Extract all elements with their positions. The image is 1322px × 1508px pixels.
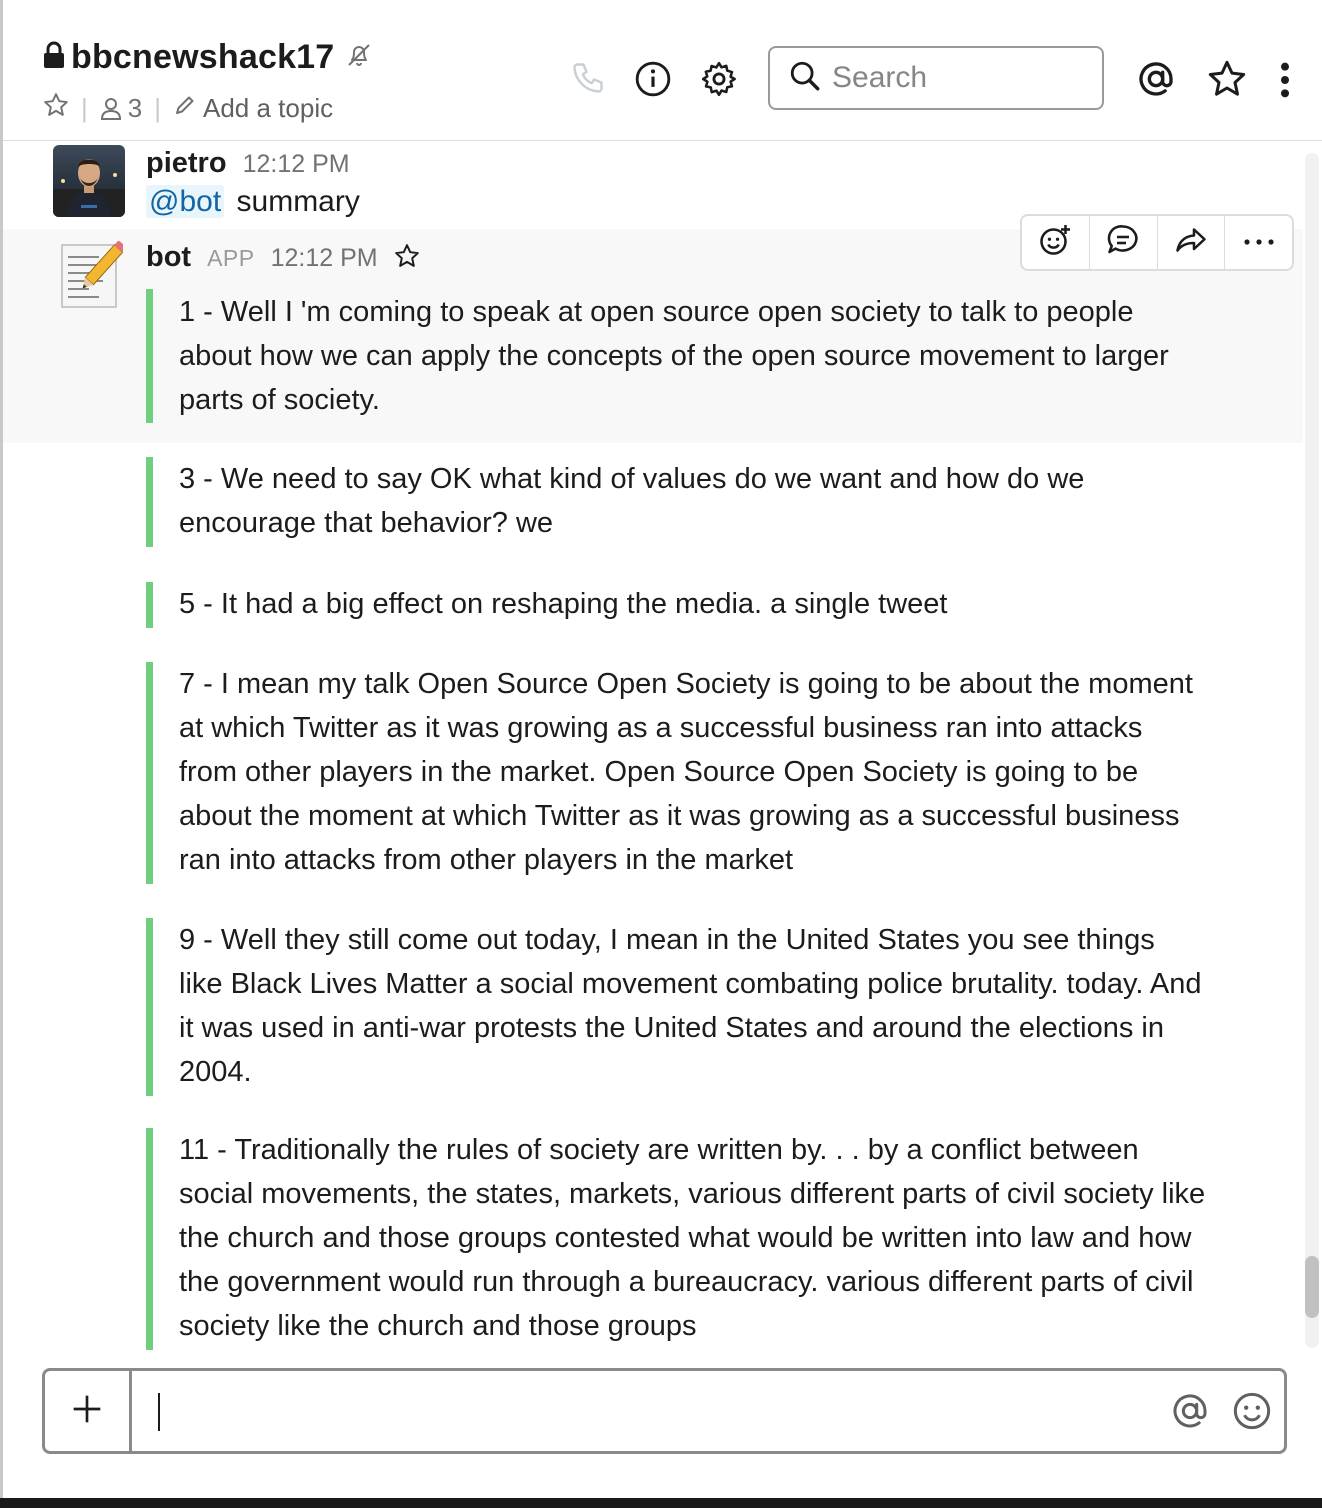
bot-avatar[interactable] — [59, 240, 127, 309]
summary-attachment: 9 - Well they still come out today, I me… — [146, 918, 1206, 1096]
add-topic-link[interactable]: Add a topic — [173, 93, 333, 124]
emoji-icon[interactable] — [1232, 1391, 1272, 1436]
attachment-text: 7 - I mean my talk Open Source Open Soci… — [179, 668, 1193, 876]
scrollbar-thumb[interactable] — [1305, 1256, 1319, 1318]
message-actions-toolbar — [1020, 214, 1294, 271]
member-icon[interactable]: 3 — [100, 93, 142, 124]
channel-name[interactable]: bbcnewshack17 — [71, 38, 334, 77]
add-topic-label: Add a topic — [203, 93, 334, 123]
summary-attachment: 7 - I mean my talk Open Source Open Soci… — [146, 662, 1206, 884]
more-actions-button[interactable] — [1225, 216, 1292, 269]
username[interactable]: pietro — [146, 147, 227, 180]
meta-separator: | — [81, 93, 88, 123]
user-mention[interactable]: @bot — [146, 185, 225, 218]
share-icon — [1173, 222, 1209, 263]
summary-attachment: 5 - It had a big effect on reshaping the… — [146, 582, 1206, 628]
message-list: pietro 12:12 PM @bot summary bot APP 12:… — [3, 141, 1322, 1366]
summary-attachment: 11 - Traditionally the rules of society … — [146, 1128, 1206, 1350]
text-caret — [158, 1393, 160, 1431]
more-actions-icon — [1242, 234, 1276, 252]
member-count: 3 — [127, 93, 143, 123]
search-placeholder: Search — [832, 61, 928, 94]
window-bottom-edge — [0, 1498, 1322, 1508]
search-input[interactable]: Search — [768, 46, 1104, 110]
add-reaction-icon — [1037, 222, 1073, 263]
channel-title-row: bbcnewshack17 — [43, 38, 372, 77]
star-icon[interactable] — [1207, 59, 1247, 104]
attachment-text: 11 - Traditionally the rules of society … — [179, 1134, 1206, 1342]
start-thread-button[interactable] — [1090, 216, 1158, 269]
more-vertical-icon[interactable] — [1275, 60, 1295, 105]
mute-icon[interactable] — [346, 42, 372, 73]
scrollbar-track[interactable] — [1305, 153, 1319, 1348]
share-button[interactable] — [1158, 216, 1226, 269]
attach-button[interactable] — [45, 1371, 132, 1451]
add-reaction-button[interactable] — [1022, 216, 1090, 269]
summary-attachment: 3 - We need to say OK what kind of value… — [146, 457, 1206, 547]
star-icon[interactable] — [43, 92, 69, 125]
message-header: bot APP 12:12 PM — [146, 241, 420, 274]
meta-separator: | — [154, 93, 161, 123]
attachment-text: 1 - Well I 'm coming to speak at open so… — [179, 296, 1169, 416]
message-text: @bot summary — [146, 185, 360, 219]
composer-icons — [1170, 1391, 1272, 1436]
search-icon — [788, 59, 822, 98]
phone-icon[interactable] — [570, 60, 606, 101]
info-icon[interactable] — [634, 60, 672, 103]
channel-meta: | 3 | Add a topic — [43, 92, 333, 125]
gear-icon[interactable] — [700, 60, 738, 103]
pencil-icon — [173, 93, 197, 124]
timestamp[interactable]: 12:12 PM — [271, 244, 378, 273]
message-input[interactable] — [132, 1371, 1284, 1451]
message-composer — [42, 1368, 1287, 1454]
star-icon[interactable] — [394, 243, 420, 271]
summary-attachment: 1 - Well I 'm coming to speak at open so… — [146, 289, 1206, 423]
message-body: summary — [236, 185, 360, 218]
attachment-text: 3 - We need to say OK what kind of value… — [179, 463, 1085, 539]
channel-header: bbcnewshack17 | 3 | Add a topic Search — [3, 0, 1322, 141]
app-badge: APP — [207, 245, 255, 271]
start-thread-icon — [1105, 222, 1141, 263]
attachment-text: 5 - It had a big effect on reshaping the… — [179, 588, 948, 620]
username[interactable]: bot — [146, 241, 191, 274]
avatar[interactable] — [53, 145, 125, 217]
plus-icon — [71, 1393, 103, 1430]
timestamp[interactable]: 12:12 PM — [243, 150, 350, 179]
mention-icon[interactable] — [1170, 1391, 1210, 1436]
mention-icon[interactable] — [1136, 59, 1176, 104]
lock-icon — [43, 41, 65, 74]
attachment-text: 9 - Well they still come out today, I me… — [179, 924, 1202, 1088]
message-header: pietro 12:12 PM — [146, 147, 350, 180]
